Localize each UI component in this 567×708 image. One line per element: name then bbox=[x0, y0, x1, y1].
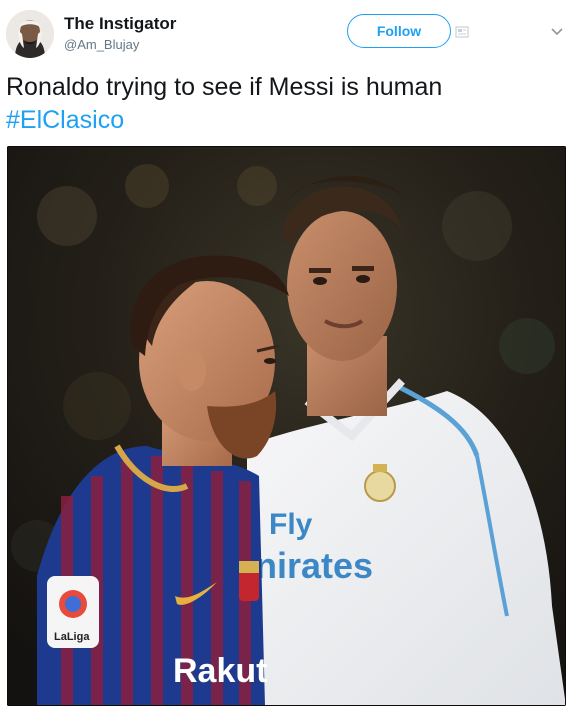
sponsor-text-3: Rakut bbox=[173, 652, 267, 690]
follow-extra-icon[interactable] bbox=[455, 26, 469, 38]
follow-button[interactable]: Follow bbox=[347, 14, 451, 48]
sponsor-text-2: nirates bbox=[255, 545, 373, 586]
tweet-text: Ronaldo trying to see if Messi is human … bbox=[6, 71, 561, 137]
hashtag-link[interactable]: #ElClasico bbox=[6, 106, 124, 134]
tweet-body: Ronaldo trying to see if Messi is human bbox=[6, 73, 443, 101]
league-badge-text: LaLiga bbox=[54, 631, 90, 643]
tweet-photo[interactable]: Fly nirates LaLiga Rakut bbox=[7, 146, 566, 706]
avatar[interactable] bbox=[6, 10, 54, 58]
user-handle[interactable]: @Am_Blujay bbox=[64, 37, 139, 52]
display-name[interactable]: The Instigator bbox=[64, 14, 176, 34]
sponsor-text-1: Fly bbox=[269, 508, 313, 541]
tweet-header: The Instigator @Am_Blujay Follow bbox=[0, 0, 567, 66]
avatar-image bbox=[6, 10, 54, 58]
chevron-down-icon[interactable] bbox=[550, 26, 564, 38]
photo-illustration: Fly nirates LaLiga Rakut bbox=[7, 146, 566, 706]
